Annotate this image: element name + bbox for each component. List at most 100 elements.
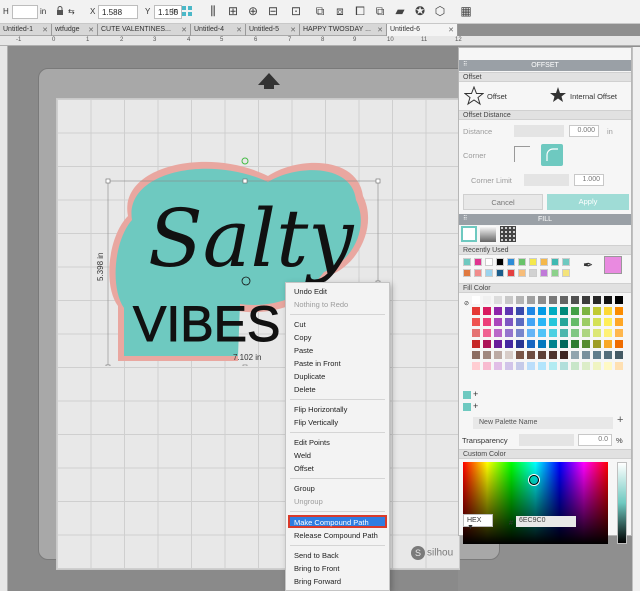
tab-untitled-4[interactable]: Untitled-4 ✕ [191,24,246,36]
fill-color-swatch[interactable] [505,362,513,370]
fill-color-swatch[interactable] [571,340,579,348]
recent-color-swatch[interactable] [485,269,493,277]
fill-color-swatch[interactable] [538,307,546,315]
fill-color-swatch[interactable] [560,307,568,315]
fill-color-swatch[interactable] [494,318,502,326]
fill-color-swatch[interactable] [527,307,535,315]
menu-paste[interactable]: Paste [294,346,313,355]
recent-color-swatch[interactable] [529,258,537,266]
fill-color-swatch[interactable] [582,340,590,348]
lock-icon[interactable] [52,3,68,19]
fill-color-swatch[interactable] [549,329,557,337]
menu-copy[interactable]: Copy [294,333,312,342]
menu-delete[interactable]: Delete [294,385,316,394]
fill-color-swatch[interactable] [571,329,579,337]
tab-untitled-6[interactable]: Untitled-6 ✕ [387,24,458,36]
fill-color-swatch[interactable] [483,362,491,370]
fill-color-swatch[interactable] [560,362,568,370]
current-color-swatch[interactable] [604,256,622,274]
align-icon[interactable]: ⫼ [205,3,221,19]
fill-color-swatch[interactable] [527,318,535,326]
fill-color-swatch[interactable] [472,351,480,359]
replicate-icon[interactable]: ▰ [392,3,408,19]
custom-swatch-2[interactable] [463,403,471,411]
color-mode-select[interactable]: HEX ▼ [463,514,493,531]
recent-color-swatch[interactable] [485,258,493,266]
fill-color-swatch[interactable] [560,329,568,337]
menu-send-to-back[interactable]: Send to Back [294,551,339,560]
solid-fill-tab[interactable] [461,226,477,242]
fill-color-swatch[interactable] [472,340,480,348]
fill-color-swatch[interactable] [549,340,557,348]
fill-color-swatch[interactable] [593,307,601,315]
fill-color-swatch[interactable] [472,296,480,304]
fill-color-swatch[interactable] [494,296,502,304]
transparency-input[interactable]: 0.0 [578,434,612,446]
fill-color-swatch[interactable] [538,340,546,348]
fill-color-swatch[interactable] [593,340,601,348]
fill-color-swatch[interactable] [483,307,491,315]
fill-panel-header[interactable]: ⠿ FILL [459,214,631,225]
gradient-fill-tab[interactable] [480,226,496,242]
fill-color-swatch[interactable] [571,362,579,370]
transparency-slider[interactable] [519,434,574,446]
fill-color-swatch[interactable] [604,307,612,315]
fill-color-swatch[interactable] [593,329,601,337]
menu-bring-to-front[interactable]: Bring to Front [294,564,339,573]
recent-color-swatch[interactable] [496,258,504,266]
fill-color-swatch[interactable] [527,351,535,359]
offset-option-label[interactable]: Offset [487,92,507,101]
fill-color-swatch[interactable] [549,296,557,304]
rotate-handle-icon[interactable] [241,157,249,165]
recent-color-swatch[interactable] [540,269,548,277]
fill-color-swatch[interactable] [549,307,557,315]
color-picker-cursor-icon[interactable] [529,475,539,485]
fill-color-swatch[interactable] [582,329,590,337]
fill-color-swatch[interactable] [494,307,502,315]
menu-duplicate[interactable]: Duplicate [294,372,325,381]
fill-color-swatch[interactable] [615,318,623,326]
fill-color-swatch[interactable] [604,329,612,337]
fill-color-swatch[interactable] [604,318,612,326]
fill-color-swatch[interactable] [494,351,502,359]
resize-handle[interactable] [375,178,381,184]
fill-color-swatch[interactable] [571,351,579,359]
recent-color-swatch[interactable] [529,269,537,277]
color-value-slider[interactable] [617,462,627,544]
menu-edit-points[interactable]: Edit Points [294,438,330,447]
height-field[interactable] [12,5,38,19]
fill-color-swatch[interactable] [505,329,513,337]
add-swatch-icon[interactable]: + [473,389,478,399]
fill-color-swatch[interactable] [472,362,480,370]
recent-color-swatch[interactable] [562,258,570,266]
fill-color-swatch[interactable] [483,296,491,304]
tab-untitled-5[interactable]: Untitled-5 ✕ [246,24,300,36]
fill-color-swatch[interactable] [516,318,524,326]
fill-color-swatch[interactable] [582,307,590,315]
fill-color-swatch[interactable] [560,340,568,348]
fill-color-swatch[interactable] [527,362,535,370]
menu-make-compound-path[interactable]: Make Compound Path [288,515,387,528]
resize-handle[interactable] [105,178,111,184]
corner-limit-input[interactable]: 1.000 [574,174,604,186]
fill-color-swatch[interactable] [483,351,491,359]
star-icon[interactable]: ✪ [412,3,428,19]
fill-color-swatch[interactable] [472,318,480,326]
resize-handle[interactable] [105,364,111,366]
hex-value-input[interactable]: 6EC9C0 [516,516,576,527]
fill-color-swatch[interactable] [571,307,579,315]
space-icon[interactable]: ⊡ [288,3,304,19]
fill-color-swatch[interactable] [582,318,590,326]
corner-limit-slider[interactable] [524,174,569,186]
corner-rounded-button[interactable] [541,144,563,166]
distance-input[interactable]: 0.000 [569,125,599,137]
fill-color-swatch[interactable] [538,296,546,304]
fill-color-swatch[interactable] [549,362,557,370]
compound-icon[interactable]: ⧠ [352,3,368,19]
resize-handle[interactable] [242,364,248,366]
fill-color-swatch[interactable] [527,296,535,304]
fill-color-swatch[interactable] [604,296,612,304]
fill-color-swatch[interactable] [494,340,502,348]
menu-flip-vertically[interactable]: Flip Vertically [294,418,338,427]
transform-icon[interactable]: ⬡ [432,3,448,19]
